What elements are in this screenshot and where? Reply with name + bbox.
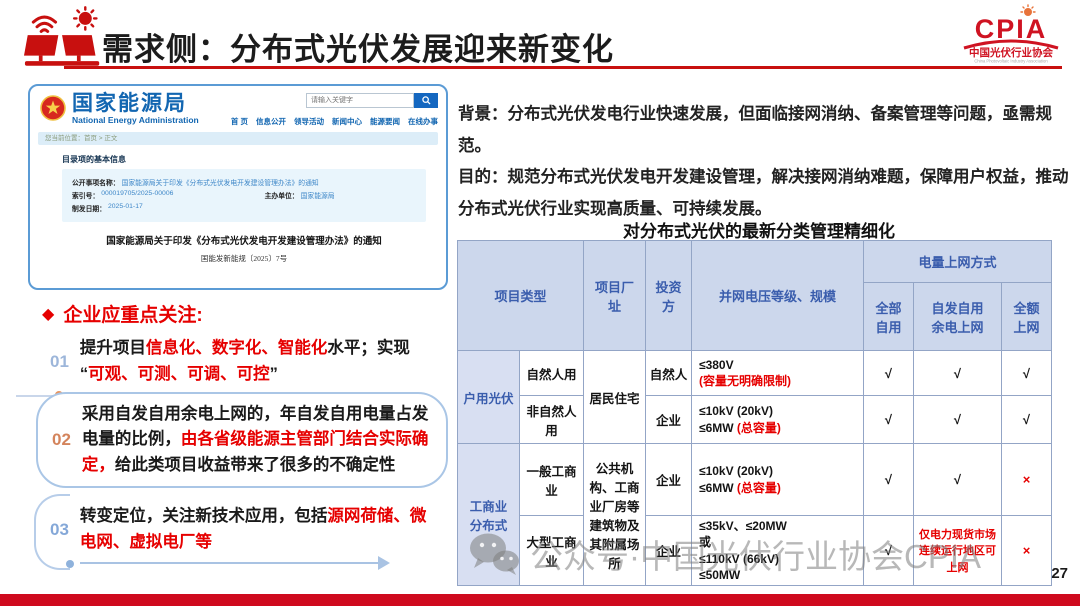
nav-item-news[interactable]: 新闻中心: [332, 116, 362, 127]
cell-group-commercial: 工商业分布式: [458, 444, 520, 586]
cell-investor: 企业: [646, 516, 692, 586]
item-01-text: 提升项目信息化、数字化、智能化水平；实现“可观、可测、可调、可控”: [80, 336, 410, 387]
cpia-name-cn: 中国光伏行业协会: [969, 46, 1053, 59]
col-header-self-use-surplus: 自发自用余电上网: [914, 283, 1002, 351]
cell-mark: √: [864, 516, 914, 586]
cell-group-residential: 户用光伏: [458, 351, 520, 444]
classification-table: 项目类型 项目厂址 投资方 并网电压等级、规模 电量上网方式 全部自用 自发自用…: [457, 240, 1052, 586]
table-row: 非自然人用 企业 ≤10kV (20kV)≤6MW (总容量) √ √ √: [458, 396, 1052, 444]
nav-item-leaders[interactable]: 领导活动: [294, 116, 324, 127]
cpia-name-en: China Photovoltaic Industry Association: [974, 59, 1048, 64]
cell-mark: √: [864, 351, 914, 396]
cell-mark: √: [864, 444, 914, 516]
field-name-label: 公开事项名称：: [72, 177, 120, 187]
cell-investor: 自然人: [646, 351, 692, 396]
info-box: 公开事项名称： 国家能源局关于印发《分布式光伏发电开发建设管理办法》的通知 索引…: [62, 169, 426, 222]
title-underline: [64, 66, 1062, 69]
search-icon: [422, 96, 431, 105]
col-header-project-type: 项目类型: [458, 241, 584, 351]
breadcrumb[interactable]: 您当前位置：首页 > 正文: [38, 132, 438, 145]
cell-mark: ×: [1002, 516, 1052, 586]
field-org-value: 国家能源局: [301, 190, 335, 200]
search-button[interactable]: [414, 93, 438, 108]
col-header-grid-mode: 电量上网方式: [864, 241, 1052, 283]
cell-mark: √: [914, 444, 1002, 516]
nav-item-home[interactable]: 首 页: [231, 116, 248, 127]
focus-item-02: 02 采用自发自用余电上网的，年自发自用电量占发电量的比例，由各省级能源主管部门…: [36, 392, 448, 488]
cell-voltage: ≤10kV (20kV)≤6MW (总容量): [692, 396, 864, 444]
cell-mark: √: [914, 351, 1002, 396]
nav-item-energy[interactable]: 能源要闻: [370, 116, 400, 127]
item-02-number: 02: [52, 430, 71, 450]
cell-mark: √: [914, 396, 1002, 444]
col-header-investor: 投资方: [646, 241, 692, 351]
focus-heading-text: 企业应重点关注:: [63, 300, 202, 327]
arrow-line: [80, 562, 380, 564]
nea-site-name-en: National Energy Administration: [72, 115, 199, 125]
cell-site-residential: 居民住宅: [584, 351, 646, 444]
table-row: 工商业分布式 一般工商业 公共机构、工商业厂房等建筑物及其附属场所 企业 ≤10…: [458, 444, 1052, 516]
col-header-voltage: 并网电压等级、规模: [692, 241, 864, 351]
nea-website-screenshot: 国家能源局 National Energy Administration 首 页…: [28, 84, 448, 290]
cell-mark: √: [1002, 351, 1052, 396]
search-input[interactable]: [306, 93, 414, 108]
nav-item-online[interactable]: 在线办事: [408, 116, 438, 127]
item-01-number: 01: [50, 352, 69, 372]
cell-voltage: ≤35kV、≤20MW或≤110kV (66kV)≤50MW: [692, 516, 864, 586]
field-org-label: 主办单位：: [265, 190, 299, 200]
field-date-label: 制发日期：: [72, 203, 106, 213]
decor-dot-blue: [66, 560, 74, 568]
cell-sub-large-commercial: 大型工商业: [520, 516, 584, 586]
page-number: 27: [1051, 565, 1068, 582]
notice-title: 国家能源局关于印发《分布式光伏发电开发建设管理办法》的通知: [62, 233, 426, 247]
notice-number: 国能发新能规〔2025〕7号: [62, 253, 426, 264]
cell-investor: 企业: [646, 396, 692, 444]
cpia-logo: CPIA 中国光伏行业协会 China Photovoltaic Industr…: [948, 4, 1074, 64]
focus-item-03: 03 转变定位，关注新技术应用，包括源网荷储、微电网、虚拟电厂等: [40, 497, 442, 563]
bottom-red-bar: [0, 594, 1080, 606]
cell-mark: √: [1002, 396, 1052, 444]
item-03-number: 03: [50, 520, 69, 540]
intro-text: 背景：分布式光伏发电行业快速发展，但面临接网消纳、备案管理等问题，亟需规范。 目…: [458, 99, 1071, 226]
focus-item-01: 01 提升项目信息化、数字化、智能化水平；实现“可观、可测、可调、可控”: [50, 336, 450, 387]
page-title: 需求侧：分布式光伏发展迎来新变化: [102, 24, 614, 69]
cell-site-commercial: 公共机构、工商业厂房等建筑物及其附属场所: [584, 444, 646, 586]
nea-site-name: 国家能源局: [72, 93, 199, 115]
cell-voltage: ≤10kV (20kV)≤6MW (总容量): [692, 444, 864, 516]
arrow-right-icon: [378, 556, 390, 570]
field-date-value: 2025-01-17: [108, 203, 143, 213]
field-index-value: 000019705/2025-00006: [101, 190, 173, 200]
nav-item-info[interactable]: 信息公开: [256, 116, 286, 127]
item-02-text: 采用自发自用余电上网的，年自发自用电量占发电量的比例，由各省级能源主管部门结合实…: [82, 402, 438, 479]
intro-background: 背景：分布式光伏发电行业快速发展，但面临接网消纳、备案管理等问题，亟需规范。: [458, 99, 1071, 162]
cell-sub-general-commercial: 一般工商业: [520, 444, 584, 516]
info-section-title: 目录项的基本信息: [62, 154, 426, 165]
table-row: 户用光伏 自然人用 居民住宅 自然人 ≤380V(容量无明确限制) √ √ √: [458, 351, 1052, 396]
slide: 需求侧：分布式光伏发展迎来新变化 CPIA 中国光伏行业协会 China Pho…: [0, 0, 1080, 608]
item-03-text: 转变定位，关注新技术应用，包括源网荷储、微电网、虚拟电厂等: [80, 504, 442, 555]
nea-nav: 首 页 信息公开 领导活动 新闻中心 能源要闻 在线办事: [226, 116, 438, 127]
cell-voltage: ≤380V(容量无明确限制): [692, 351, 864, 396]
cell-sub-natural-person: 自然人用: [520, 351, 584, 396]
cell-investor: 企业: [646, 444, 692, 516]
col-header-all-self-use: 全部自用: [864, 283, 914, 351]
table-row: 大型工商业 企业 ≤35kV、≤20MW或≤110kV (66kV)≤50MW …: [458, 516, 1052, 586]
table-title: 对分布式光伏的最新分类管理精细化: [457, 217, 1061, 242]
field-name-value: 国家能源局关于印发《分布式光伏发电开发建设管理办法》的通知: [122, 177, 319, 187]
diamond-bullet-icon: ◆: [42, 304, 54, 324]
cell-sub-non-natural-person: 非自然人用: [520, 396, 584, 444]
field-index-label: 索引号：: [72, 190, 99, 200]
col-header-full-grid: 全额上网: [1002, 283, 1052, 351]
col-header-site: 项目厂址: [584, 241, 646, 351]
national-emblem-icon: [40, 95, 66, 121]
focus-heading: ◆ 企业应重点关注:: [42, 300, 203, 327]
cell-mark: ×: [1002, 444, 1052, 516]
cell-mark-note: 仅电力现货市场连续运行地区可上网: [914, 516, 1002, 586]
solar-panel-icon: [24, 6, 102, 73]
cell-mark: √: [864, 396, 914, 444]
